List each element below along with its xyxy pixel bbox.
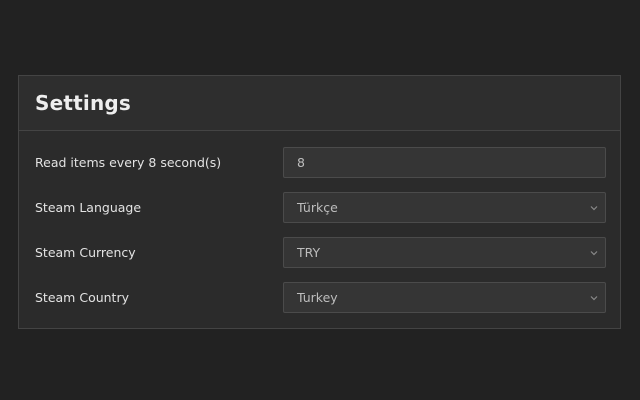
language-select[interactable]: Türkçe xyxy=(283,192,606,223)
settings-panel: Settings Read items every 8 second(s) 8 … xyxy=(18,75,621,329)
panel-header: Settings xyxy=(19,76,620,131)
panel-title: Settings xyxy=(35,91,132,115)
setting-row-language: Steam Language Türkçe xyxy=(19,192,620,223)
setting-row-read-interval: Read items every 8 second(s) 8 xyxy=(19,147,620,178)
language-value: Türkçe xyxy=(297,200,338,215)
currency-label: Steam Currency xyxy=(35,245,136,260)
language-label: Steam Language xyxy=(35,200,142,215)
country-select[interactable]: Turkey xyxy=(283,282,606,313)
chevron-down-icon xyxy=(589,283,599,312)
chevron-down-icon xyxy=(589,193,599,222)
read-interval-value: 8 xyxy=(297,155,305,170)
currency-select[interactable]: TRY xyxy=(283,237,606,268)
setting-row-currency: Steam Currency TRY xyxy=(19,237,620,268)
setting-row-country: Steam Country Turkey xyxy=(19,282,620,313)
currency-value: TRY xyxy=(297,245,321,260)
country-label: Steam Country xyxy=(35,290,129,305)
country-value: Turkey xyxy=(297,290,338,305)
chevron-down-icon xyxy=(589,238,599,267)
read-interval-label: Read items every 8 second(s) xyxy=(35,155,222,170)
read-interval-input[interactable]: 8 xyxy=(283,147,606,178)
